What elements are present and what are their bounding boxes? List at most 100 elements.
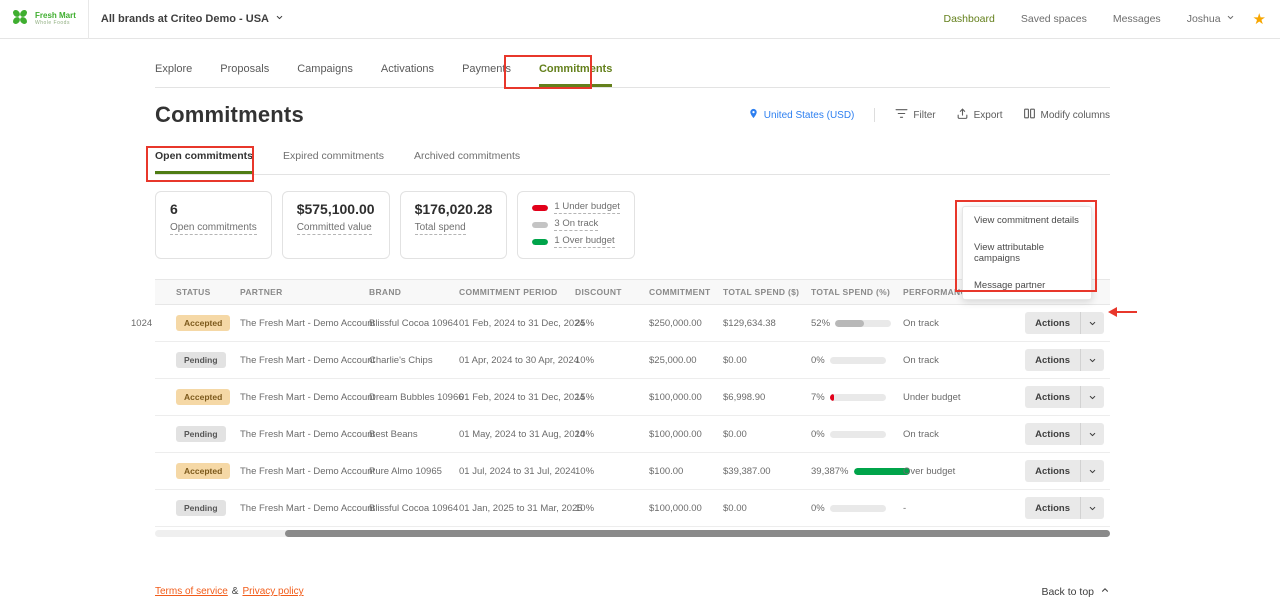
status-badge: Pending: [176, 426, 226, 442]
topbar-link-messages[interactable]: Messages: [1113, 13, 1161, 25]
actions-button[interactable]: Actions: [1025, 349, 1104, 371]
topbar-link-dashboard[interactable]: Dashboard: [943, 13, 994, 25]
brand-cell: Best Beans: [365, 416, 455, 452]
table-row: Pending The Fresh Mart - Demo Account Ch…: [155, 342, 1110, 379]
spend-pct-cell: 7%: [807, 379, 899, 415]
total-spend-cell: $6,998.90: [719, 379, 807, 415]
menu-item-message-partner[interactable]: Message partner: [963, 272, 1091, 299]
star-icon[interactable]: ★: [1253, 10, 1266, 28]
tab-payments[interactable]: Payments: [462, 55, 511, 87]
chevron-down-icon[interactable]: [1080, 386, 1104, 408]
legend-swatch-red: [532, 205, 548, 211]
menu-item-view-attributable-campaigns[interactable]: View attributable campaigns: [963, 234, 1091, 272]
legend-under-budget: 1 Under budget: [532, 201, 620, 214]
export-button[interactable]: Export: [956, 107, 1003, 123]
spend-pct-cell: 0%: [807, 416, 899, 452]
period-cell: 01 Jan, 2025 to 31 Mar, 2025: [455, 490, 571, 526]
col-total-spend-pct[interactable]: TOTAL SPEND (%): [807, 280, 899, 304]
tab-commitments[interactable]: Commitments: [539, 55, 612, 87]
total-spend-cell: $39,387.00: [719, 453, 807, 489]
legend-over-budget: 1 Over budget: [532, 235, 620, 248]
actions-button[interactable]: Actions: [1025, 460, 1104, 482]
filter-label: Filter: [913, 110, 935, 121]
location-pin-icon: [748, 107, 759, 123]
col-discount[interactable]: DISCOUNT: [571, 280, 645, 304]
col-partner[interactable]: PARTNER: [236, 280, 365, 304]
total-spend-cell: $0.00: [719, 416, 807, 452]
tab-proposals[interactable]: Proposals: [220, 55, 269, 87]
actions-button[interactable]: Actions: [1025, 497, 1104, 519]
annotation-arrow: [1108, 307, 1137, 317]
discount-cell: 10%: [571, 453, 645, 489]
brand-cell: Blissful Cocoa 10964: [365, 490, 455, 526]
spend-pct-value: 0%: [811, 429, 825, 440]
modify-columns-label: Modify columns: [1041, 110, 1110, 121]
col-commitment-period[interactable]: COMMITMENT PERIOD: [455, 280, 571, 304]
card-total-spend: $176,020.28 Total spend: [400, 191, 508, 259]
col-status[interactable]: STATUS: [172, 280, 236, 304]
subtab-expired-commitments[interactable]: Expired commitments: [283, 144, 384, 174]
progress-bar: [830, 505, 886, 512]
performance-cell: Under budget: [899, 379, 1005, 415]
col-commitment[interactable]: COMMITMENT: [645, 280, 719, 304]
progress-bar: [830, 394, 886, 401]
actions-button[interactable]: Actions: [1025, 386, 1104, 408]
chevron-down-icon[interactable]: [1080, 460, 1104, 482]
actions-button[interactable]: Actions: [1025, 423, 1104, 445]
brand-scope-label: All brands at Criteo Demo - USA: [101, 13, 269, 25]
privacy-link[interactable]: Privacy policy: [242, 586, 303, 597]
col-total-spend-usd[interactable]: TOTAL SPEND ($): [719, 280, 807, 304]
legend-on-track: 3 On track: [532, 218, 620, 231]
commitment-cell: $250,000.00: [645, 305, 719, 341]
commitment-cell: $100.00: [645, 453, 719, 489]
table-row: Pending The Fresh Mart - Demo Account Bl…: [155, 490, 1110, 527]
chevron-down-icon[interactable]: [1080, 312, 1104, 334]
chevron-down-icon[interactable]: [1080, 349, 1104, 371]
total-spend-label[interactable]: Total spend: [415, 222, 466, 235]
menu-item-view-commitment-details[interactable]: View commitment details: [963, 207, 1091, 234]
brand-cell: Blissful Cocoa 10964: [365, 305, 455, 341]
chevron-down-icon[interactable]: [1080, 497, 1104, 519]
region-selector[interactable]: United States (USD): [748, 107, 855, 123]
spend-pct-cell: 39,387%: [807, 453, 899, 489]
region-label: United States (USD): [764, 110, 855, 121]
tab-explore[interactable]: Explore: [155, 55, 192, 87]
horizontal-scrollbar[interactable]: [155, 530, 1110, 537]
table-row: Accepted The Fresh Mart - Demo Account P…: [155, 453, 1110, 490]
tab-activations[interactable]: Activations: [381, 55, 434, 87]
freshmart-logo[interactable]: Fresh Mart Whole Foods: [10, 7, 76, 32]
chevron-down-icon: [275, 13, 284, 25]
main-nav-tabs: Explore Proposals Campaigns Activations …: [155, 55, 1110, 88]
user-menu[interactable]: Joshua: [1187, 13, 1235, 25]
scrollbar-thumb[interactable]: [285, 530, 1110, 537]
performance-cell: Over budget: [899, 453, 1005, 489]
topbar-divider: [88, 0, 89, 39]
filter-button[interactable]: Filter: [895, 108, 935, 122]
terms-link[interactable]: Terms of service: [155, 586, 228, 597]
subtab-open-commitments[interactable]: Open commitments: [155, 144, 253, 174]
user-name: Joshua: [1187, 13, 1221, 25]
export-label: Export: [974, 110, 1003, 121]
commitments-table: STATUS PARTNER BRAND COMMITMENT PERIOD D…: [155, 279, 1110, 527]
period-cell: 01 Feb, 2024 to 31 Dec, 2024: [455, 305, 571, 341]
open-commitments-label[interactable]: Open commitments: [170, 222, 257, 235]
subtab-archived-commitments[interactable]: Archived commitments: [414, 144, 520, 174]
col-brand[interactable]: BRAND: [365, 280, 455, 304]
footer: Terms of service & Privacy policy Back t…: [155, 585, 1110, 598]
committed-value-label[interactable]: Committed value: [297, 222, 372, 235]
actions-button[interactable]: Actions: [1025, 312, 1104, 334]
discount-cell: 15%: [571, 379, 645, 415]
chevron-up-icon: [1100, 585, 1110, 598]
chevron-down-icon[interactable]: [1080, 423, 1104, 445]
progress-bar: [830, 357, 886, 364]
brand-scope-selector[interactable]: All brands at Criteo Demo - USA: [101, 13, 284, 25]
topbar-link-saved-spaces[interactable]: Saved spaces: [1021, 13, 1087, 25]
performance-legend: 1 Under budget 3 On track 1 Over budget: [517, 191, 635, 259]
card-committed-value: $575,100.00 Committed value: [282, 191, 390, 259]
topbar-links: Dashboard Saved spaces Messages Joshua: [943, 13, 1234, 25]
back-to-top[interactable]: Back to top: [1041, 585, 1110, 598]
modify-columns-button[interactable]: Modify columns: [1023, 107, 1110, 123]
page-toolbar: United States (USD) Filter Export Modify: [748, 107, 1110, 123]
tab-campaigns[interactable]: Campaigns: [297, 55, 353, 87]
spend-pct-value: 52%: [811, 318, 830, 329]
